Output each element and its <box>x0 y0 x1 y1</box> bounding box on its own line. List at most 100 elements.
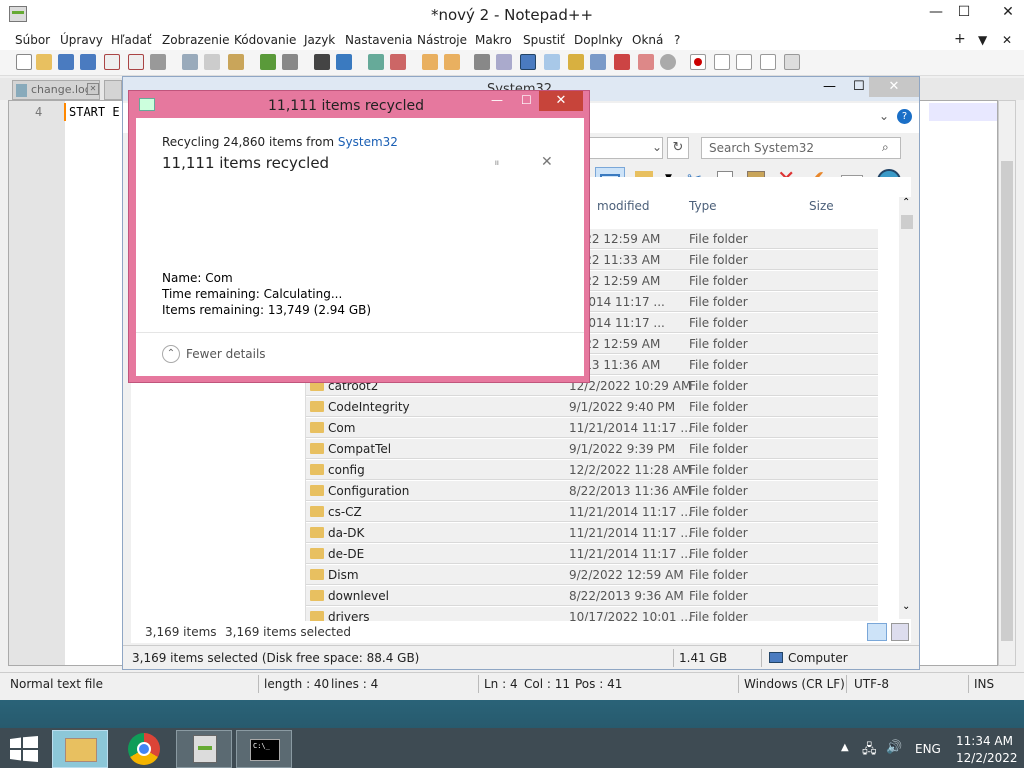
file-row[interactable]: CompatTel 9/1/2022 9:39 PM File folder <box>306 439 878 459</box>
pause-icon[interactable]: ⏸ <box>494 156 500 170</box>
maximize-icon[interactable]: ☐ <box>948 0 980 26</box>
stop-macro-icon[interactable] <box>714 54 730 70</box>
scroll-thumb[interactable] <box>1001 161 1013 641</box>
tab-second[interactable] <box>104 80 122 100</box>
refresh-icon[interactable]: ↻ <box>667 137 689 159</box>
ribbon-expand-icon[interactable]: ⌄ <box>879 109 889 123</box>
udl-icon[interactable] <box>544 54 560 70</box>
undo-icon[interactable] <box>260 54 276 70</box>
taskbar-notepadpp[interactable] <box>176 730 232 768</box>
indent-guide-icon[interactable] <box>520 54 536 70</box>
show-all-icon[interactable] <box>496 54 512 70</box>
column-header-type[interactable]: Type <box>689 199 717 213</box>
file-row[interactable]: Com 11/21/2014 11:17 ... File folder <box>306 418 878 438</box>
menu-okna[interactable]: Okná <box>632 33 663 47</box>
start-button[interactable] <box>10 736 40 762</box>
close-file-icon[interactable] <box>104 54 120 70</box>
menu-hladat[interactable]: Hľadať <box>111 33 152 47</box>
save-all-icon[interactable] <box>80 54 96 70</box>
copy-icon[interactable] <box>204 54 220 70</box>
ex-maximize-icon[interactable]: ☐ <box>853 79 865 94</box>
clock-date[interactable]: 12/2/2022 <box>956 751 1018 765</box>
file-row[interactable]: Configuration 8/22/2013 11:36 AM File fold… <box>306 481 878 501</box>
clock-time[interactable]: 11:34 AM <box>956 734 1013 748</box>
doc-map-icon[interactable] <box>568 54 584 70</box>
show-hidden-icons-icon[interactable]: ▲ <box>841 742 849 753</box>
menu-nastavenia[interactable]: Nastavenia <box>345 33 412 47</box>
sync-v-icon[interactable] <box>422 54 438 70</box>
menu-nastroje[interactable]: Nástroje <box>417 33 467 47</box>
tab-close-icon[interactable]: ✕ <box>87 83 99 95</box>
large-icons-view-icon[interactable] <box>891 623 909 641</box>
record-macro-icon[interactable] <box>690 54 706 70</box>
file-row[interactable]: Dism 9/2/2022 12:59 AM File folder <box>306 565 878 585</box>
file-row[interactable]: config 12/2/2022 11:28 AM File folder <box>306 460 878 480</box>
file-row[interactable]: downlevel 8/22/2013 9:36 AM File folder <box>306 586 878 606</box>
search-box[interactable]: Search System32 ⌕ <box>701 137 901 159</box>
wrap-icon[interactable] <box>474 54 490 70</box>
menu-spustit[interactable]: Spustiť <box>523 33 565 47</box>
search-icon[interactable]: ⌕ <box>882 140 889 155</box>
zoom-out-icon[interactable] <box>390 54 406 70</box>
new-file-icon[interactable] <box>16 54 32 70</box>
tab-change-log[interactable]: change.log ✕ <box>12 80 100 100</box>
column-header-date[interactable]: modified <box>597 199 650 213</box>
volume-icon[interactable]: 🔊 <box>886 740 902 755</box>
cancel-icon[interactable]: ✕ <box>541 154 553 170</box>
comment-icon[interactable] <box>660 54 676 70</box>
ex-minimize-icon[interactable]: — <box>823 79 836 94</box>
menu-jazyk[interactable]: Jazyk <box>304 33 335 47</box>
play-macro-icon[interactable] <box>736 54 752 70</box>
save-icon[interactable] <box>58 54 74 70</box>
dialog-maximize-icon[interactable]: ☐ <box>521 93 532 107</box>
address-dropdown-icon[interactable]: ⌄ <box>652 140 662 154</box>
cut-icon[interactable] <box>182 54 198 70</box>
menu-makro[interactable]: Makro <box>475 33 512 47</box>
paste-icon[interactable] <box>228 54 244 70</box>
chevron-down-icon[interactable]: ▼ <box>978 33 987 47</box>
file-row[interactable]: CodeIntegrity 9/1/2022 9:40 PM File folder <box>306 397 878 417</box>
help-icon[interactable]: ? <box>897 109 912 124</box>
column-header-size[interactable]: Size <box>809 199 834 213</box>
taskbar-cmd[interactable]: C:\_ <box>236 730 292 768</box>
zoom-in-icon[interactable] <box>368 54 384 70</box>
save-macro-icon[interactable] <box>784 54 800 70</box>
plus-icon[interactable]: + <box>954 31 966 47</box>
redo-icon[interactable] <box>282 54 298 70</box>
find-icon[interactable] <box>314 54 330 70</box>
ex-close-button[interactable]: ✕ <box>869 77 919 97</box>
print-icon[interactable] <box>150 54 166 70</box>
scroll-up-icon[interactable]: ⌃ <box>902 197 910 208</box>
run-multiple-icon[interactable] <box>760 54 776 70</box>
menu-upravy[interactable]: Úpravy <box>60 33 103 47</box>
language-indicator[interactable]: ENG <box>915 742 941 756</box>
scroll-thumb[interactable] <box>901 215 913 229</box>
menu-doplnky[interactable]: Doplnky <box>574 33 623 47</box>
replace-icon[interactable] <box>336 54 352 70</box>
explorer-vertical-scrollbar[interactable]: ⌃ ⌄ <box>899 197 915 619</box>
taskbar-chrome[interactable] <box>116 730 172 768</box>
scroll-down-icon[interactable]: ⌄ <box>902 601 910 612</box>
npp-vertical-scrollbar[interactable] <box>998 100 1016 666</box>
source-folder-link[interactable]: System32 <box>338 135 398 149</box>
details-view-icon[interactable] <box>867 623 887 641</box>
open-file-icon[interactable] <box>36 54 52 70</box>
file-row[interactable]: de-DE 11/21/2014 11:17 ... File folder <box>306 544 878 564</box>
menu-kodovanie[interactable]: Kódovanie <box>234 33 296 47</box>
menu-subor[interactable]: Súbor <box>15 33 50 47</box>
dialog-close-button[interactable]: ✕ <box>539 91 583 111</box>
dialog-minimize-icon[interactable]: — <box>491 93 503 107</box>
folder-workspace-icon[interactable] <box>614 54 630 70</box>
close-all-icon[interactable] <box>128 54 144 70</box>
search-input[interactable]: Search System32 <box>709 141 814 155</box>
func-list-icon[interactable] <box>590 54 606 70</box>
network-icon[interactable]: 🖧 <box>862 740 877 762</box>
file-row[interactable]: cs-CZ 11/21/2014 11:17 ... File folder <box>306 502 878 522</box>
taskbar-file-explorer[interactable] <box>52 730 108 768</box>
monitor-icon[interactable] <box>638 54 654 70</box>
menu-help[interactable]: ? <box>674 33 680 47</box>
file-row[interactable]: da-DK 11/21/2014 11:17 ... File folder <box>306 523 878 543</box>
close-doc-icon[interactable]: ✕ <box>1002 33 1012 47</box>
menu-zobrazenie[interactable]: Zobrazenie <box>162 33 229 47</box>
close-icon[interactable]: ✕ <box>992 0 1024 26</box>
